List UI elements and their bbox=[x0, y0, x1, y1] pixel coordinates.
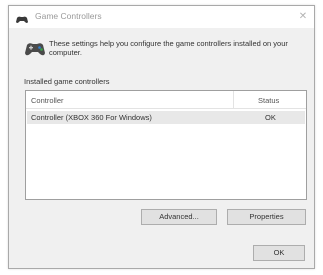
gamepad-icon bbox=[23, 41, 47, 59]
advanced-button[interactable]: Advanced... bbox=[141, 209, 217, 225]
title-bar[interactable]: Game Controllers ✕ bbox=[9, 6, 314, 28]
installed-controllers-label: Installed game controllers bbox=[24, 77, 110, 86]
close-icon: ✕ bbox=[298, 11, 308, 22]
window-title: Game Controllers bbox=[35, 11, 102, 21]
properties-button[interactable]: Properties bbox=[227, 209, 306, 225]
close-button[interactable]: ✕ bbox=[292, 6, 314, 28]
controller-status: OK bbox=[265, 113, 276, 122]
ok-button[interactable]: OK bbox=[253, 245, 305, 261]
controller-name: Controller (XBOX 360 For Windows) bbox=[31, 113, 152, 122]
game-controllers-window: Game Controllers ✕ These settings help y… bbox=[8, 5, 315, 269]
list-header: Controller Status bbox=[26, 91, 306, 109]
list-row[interactable]: Controller (XBOX 360 For Windows) OK bbox=[27, 111, 305, 124]
column-divider[interactable] bbox=[233, 91, 234, 108]
gamepad-icon bbox=[15, 12, 29, 23]
info-text: These settings help you configure the ga… bbox=[49, 39, 288, 57]
controllers-list[interactable]: Controller Status Controller (XBOX 360 F… bbox=[25, 90, 307, 200]
column-header-controller[interactable]: Controller bbox=[31, 96, 64, 105]
column-header-status[interactable]: Status bbox=[258, 96, 279, 105]
